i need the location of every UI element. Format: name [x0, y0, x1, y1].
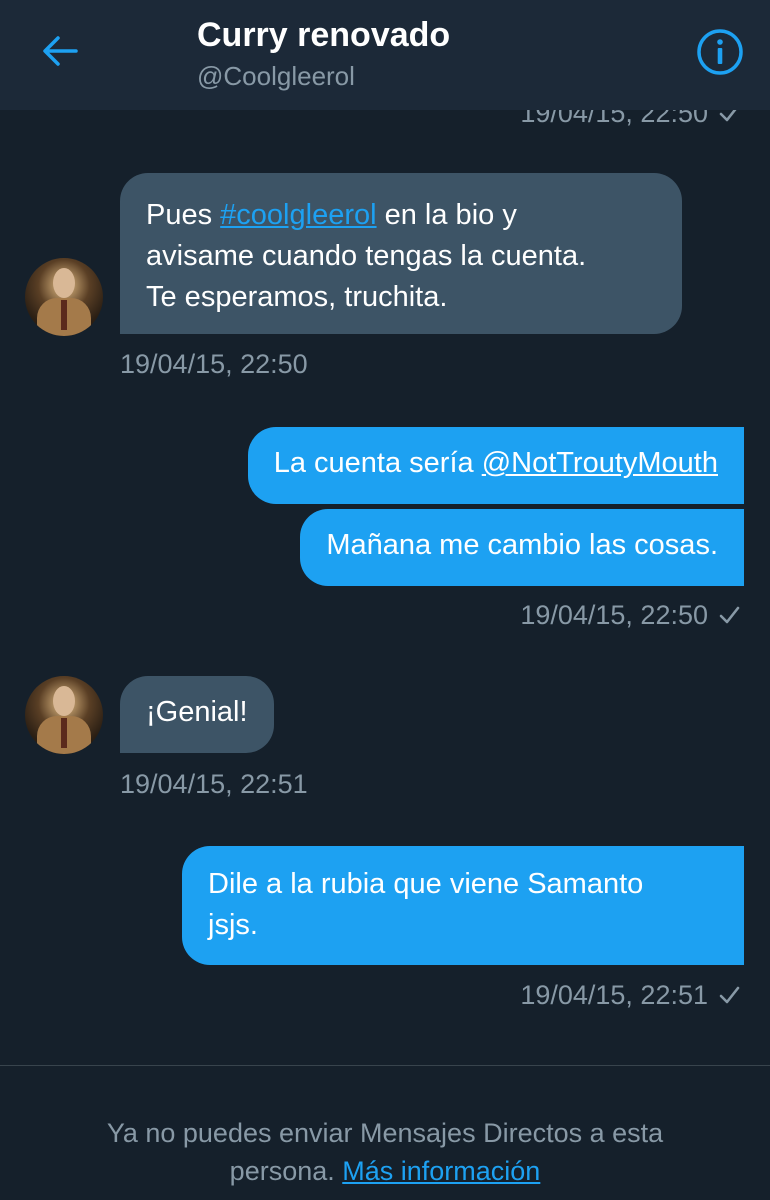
outgoing-message-bubble[interactable]: La cuenta sería @NotTroutyMouth — [247, 427, 744, 504]
back-button[interactable] — [30, 26, 90, 76]
hashtag-link[interactable]: #coolgleerol — [220, 199, 376, 231]
incoming-message-bubble[interactable]: ¡Genial! — [120, 676, 274, 753]
check-icon — [719, 606, 740, 624]
message-timestamp: 19/04/15, 22:50 — [520, 598, 740, 632]
message-timestamp: 19/04/15, 22:51 — [520, 978, 740, 1012]
avatar[interactable] — [25, 676, 103, 754]
arrow-left-icon — [43, 36, 78, 66]
conversation-handle: @Coolgleerol — [197, 61, 355, 91]
conversation-title-group[interactable]: Curry renovado @Coolgleerol — [197, 14, 450, 92]
info-icon — [697, 29, 743, 75]
check-icon — [719, 110, 737, 122]
dm-disabled-notice: Ya no puedes enviar Mensajes Directos a … — [0, 1065, 770, 1200]
avatar[interactable] — [25, 258, 103, 336]
message-timestamp: 19/04/15, 22:50 — [520, 110, 740, 130]
conversation-header: Curry renovado @Coolgleerol — [0, 0, 770, 110]
message-timestamp: 19/04/15, 22:51 — [120, 769, 308, 799]
conversation-title: Curry renovado — [197, 16, 451, 54]
message-thread[interactable]: 19/04/15, 22:50 Pues #coolgleerol en la … — [0, 110, 770, 1065]
check-icon — [719, 986, 740, 1004]
outgoing-message-bubble[interactable]: Dile a la rubia que viene Samanto jsjs. — [182, 846, 744, 965]
incoming-message-bubble[interactable]: Pues #coolgleerol en la bio y avisame cu… — [120, 173, 682, 334]
info-button[interactable] — [690, 24, 750, 80]
outgoing-message-bubble[interactable]: Mañana me cambio las cosas. — [300, 509, 744, 586]
mention-link[interactable]: @NotTroutyMouth — [482, 447, 718, 479]
more-info-link[interactable]: Más información — [342, 1156, 540, 1186]
message-timestamp: 19/04/15, 22:50 — [120, 349, 308, 379]
